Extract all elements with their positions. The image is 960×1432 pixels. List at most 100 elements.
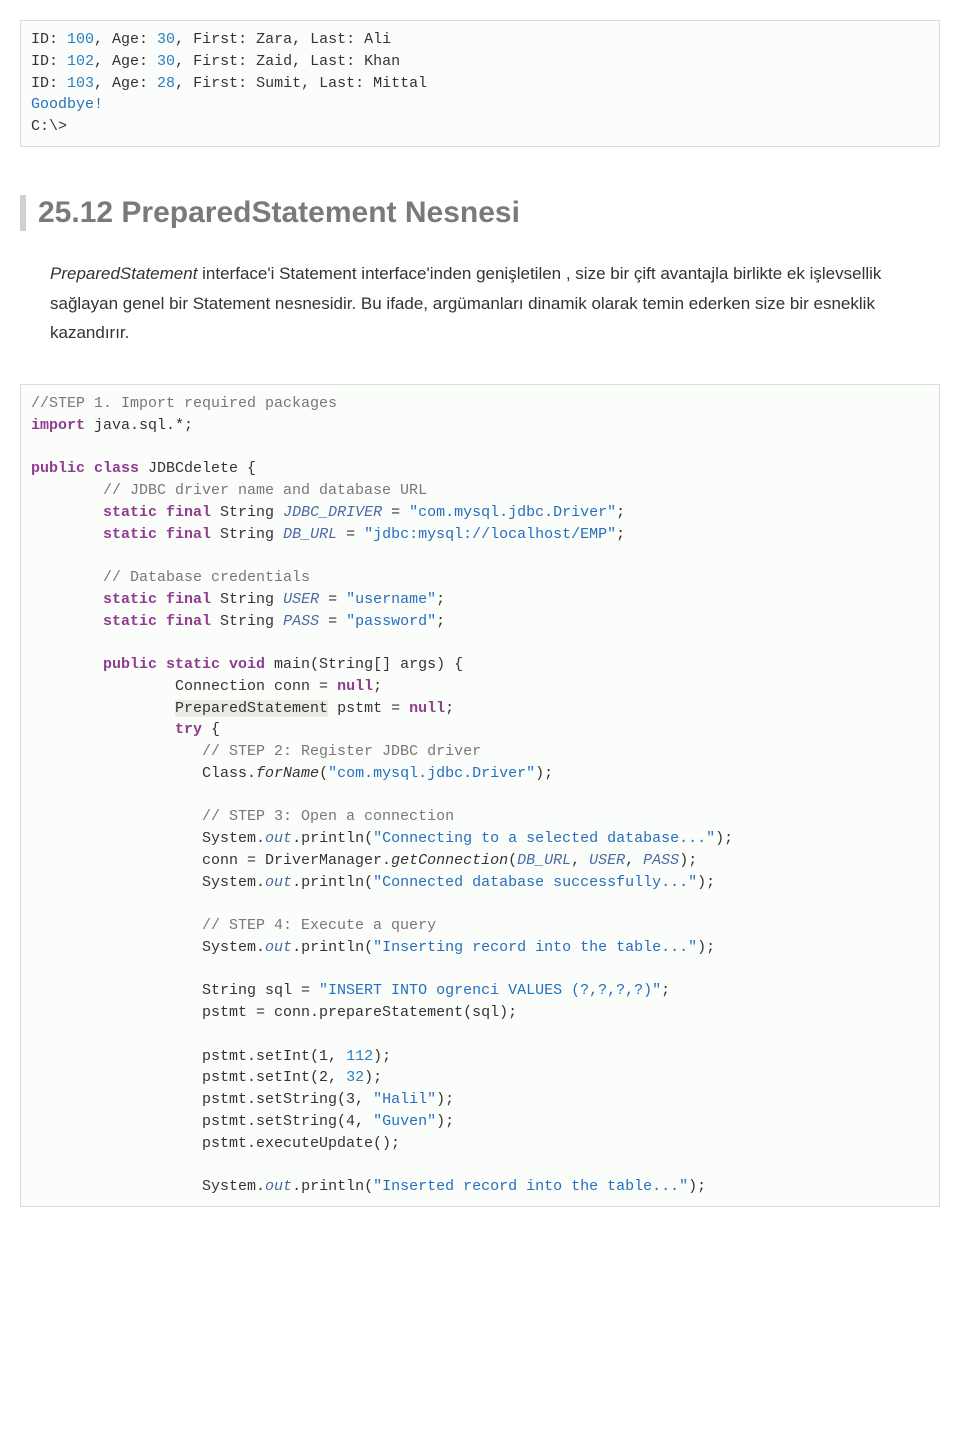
c-l25: // STEP 4: Execute a query bbox=[31, 917, 436, 934]
c-l34a: pstmt.setString(4, bbox=[31, 1113, 373, 1130]
c-l26d: "Inserting record into the table..." bbox=[373, 939, 697, 956]
c-l10c: String bbox=[211, 591, 283, 608]
c-l04a: public class bbox=[31, 460, 139, 477]
c-l11c: String bbox=[211, 613, 283, 630]
c-l23e: ); bbox=[697, 874, 715, 891]
c-l23b: out bbox=[265, 874, 292, 891]
out-l2-m1: , Age: bbox=[94, 53, 157, 70]
out-l1-m1: , Age: bbox=[94, 31, 157, 48]
c-l16c: { bbox=[202, 721, 220, 738]
c-l06b: static final bbox=[103, 504, 211, 521]
c-l31a: pstmt.setInt(1, bbox=[31, 1048, 346, 1065]
c-l02b: java.sql.*; bbox=[85, 417, 193, 434]
c-l15b: pstmt = bbox=[328, 700, 409, 717]
c-l15c: null bbox=[409, 700, 445, 717]
c-l22c: ( bbox=[508, 852, 517, 869]
c-l18d: "com.mysql.jdbc.Driver" bbox=[328, 765, 535, 782]
out-l2-age: 30 bbox=[157, 53, 175, 70]
c-l37c: .println( bbox=[292, 1178, 373, 1195]
c-l06e: = bbox=[382, 504, 409, 521]
c-l26e: ); bbox=[697, 939, 715, 956]
c-l33a: pstmt.setString(3, bbox=[31, 1091, 373, 1108]
c-l05: // JDBC driver name and database URL bbox=[31, 482, 427, 499]
c-l10g: ; bbox=[436, 591, 445, 608]
c-l20: // STEP 3: Open a connection bbox=[31, 808, 454, 825]
c-l07c: String bbox=[211, 526, 283, 543]
c-l23c: .println( bbox=[292, 874, 373, 891]
c-l22e: , bbox=[571, 852, 589, 869]
java-code-box: //STEP 1. Import required packages impor… bbox=[20, 384, 940, 1207]
c-l21d: "Connecting to a selected database..." bbox=[373, 830, 715, 847]
c-l14c: ; bbox=[373, 678, 382, 695]
c-l21c: .println( bbox=[292, 830, 373, 847]
c-l14a: Connection conn = bbox=[31, 678, 337, 695]
c-l33c: ); bbox=[436, 1091, 454, 1108]
c-l06c: String bbox=[211, 504, 283, 521]
out-l1-pre: ID: bbox=[31, 31, 67, 48]
out-goodbye: Goodbye! bbox=[31, 96, 103, 113]
out-l3-id: 103 bbox=[67, 75, 94, 92]
c-l13b: public static void bbox=[103, 656, 265, 673]
c-l07b: static final bbox=[103, 526, 211, 543]
c-l10b: static final bbox=[103, 591, 211, 608]
c-l21b: out bbox=[265, 830, 292, 847]
c-l15a bbox=[31, 700, 175, 717]
c-l22f: USER bbox=[589, 852, 625, 869]
c-l10d: USER bbox=[283, 591, 319, 608]
c-l22g: , bbox=[625, 852, 643, 869]
c-l11g: ; bbox=[436, 613, 445, 630]
c-l26b: out bbox=[265, 939, 292, 956]
c-l10e: = bbox=[319, 591, 346, 608]
c-l18b: forName bbox=[256, 765, 319, 782]
out-l3-pre: ID: bbox=[31, 75, 67, 92]
c-l31b: 112 bbox=[346, 1048, 373, 1065]
c-l18e: ); bbox=[535, 765, 553, 782]
c-l33b: "Halil" bbox=[373, 1091, 436, 1108]
c-l18c: ( bbox=[319, 765, 328, 782]
c-l28b: "INSERT INTO ogrenci VALUES (?,?,?,?)" bbox=[319, 982, 661, 999]
c-l04b: JDBCdelete { bbox=[139, 460, 256, 477]
c-l11b: static final bbox=[103, 613, 211, 630]
para-em: PreparedStatement bbox=[50, 264, 197, 283]
c-l37a: System. bbox=[31, 1178, 265, 1195]
c-l11e: = bbox=[319, 613, 346, 630]
c-l22b: getConnection bbox=[391, 852, 508, 869]
c-l13c: main(String[] args) { bbox=[265, 656, 463, 673]
out-l1-age: 30 bbox=[157, 31, 175, 48]
c-l32a: pstmt.setInt(2, bbox=[31, 1069, 346, 1086]
c-l10a bbox=[31, 591, 103, 608]
c-l37e: ); bbox=[688, 1178, 706, 1195]
c-l15hl: PreparedStatement bbox=[175, 700, 328, 717]
c-l01: //STEP 1. Import required packages bbox=[31, 395, 337, 412]
c-l21e: ); bbox=[715, 830, 733, 847]
c-l37d: "Inserted record into the table..." bbox=[373, 1178, 688, 1195]
c-l35: pstmt.executeUpdate(); bbox=[31, 1135, 400, 1152]
c-l18a: Class. bbox=[31, 765, 256, 782]
c-l28c: ; bbox=[661, 982, 670, 999]
c-l22i: ); bbox=[679, 852, 697, 869]
c-l23d: "Connected database successfully..." bbox=[373, 874, 697, 891]
c-l07g: ; bbox=[616, 526, 625, 543]
intro-paragraph: PreparedStatement interface'i Statement … bbox=[50, 259, 910, 348]
c-l09: // Database credentials bbox=[31, 569, 310, 586]
c-l22h: PASS bbox=[643, 852, 679, 869]
c-l32c: ); bbox=[364, 1069, 382, 1086]
c-l34c: ); bbox=[436, 1113, 454, 1130]
c-l16a bbox=[31, 721, 175, 738]
c-l26c: .println( bbox=[292, 939, 373, 956]
c-l26a: System. bbox=[31, 939, 265, 956]
c-l06a bbox=[31, 504, 103, 521]
c-l28a: String sql = bbox=[31, 982, 319, 999]
out-l3-age: 28 bbox=[157, 75, 175, 92]
c-l34b: "Guven" bbox=[373, 1113, 436, 1130]
c-l07a bbox=[31, 526, 103, 543]
out-l2-m2: , First: Zaid, Last: Khan bbox=[175, 53, 400, 70]
c-l07e: = bbox=[337, 526, 364, 543]
c-l29: pstmt = conn.prepareStatement(sql); bbox=[31, 1004, 517, 1021]
out-l3-m1: , Age: bbox=[94, 75, 157, 92]
c-l06f: "com.mysql.jdbc.Driver" bbox=[409, 504, 616, 521]
c-l11a bbox=[31, 613, 103, 630]
c-l02a: import bbox=[31, 417, 85, 434]
c-l22a: conn = DriverManager. bbox=[31, 852, 391, 869]
c-l23a: System. bbox=[31, 874, 265, 891]
